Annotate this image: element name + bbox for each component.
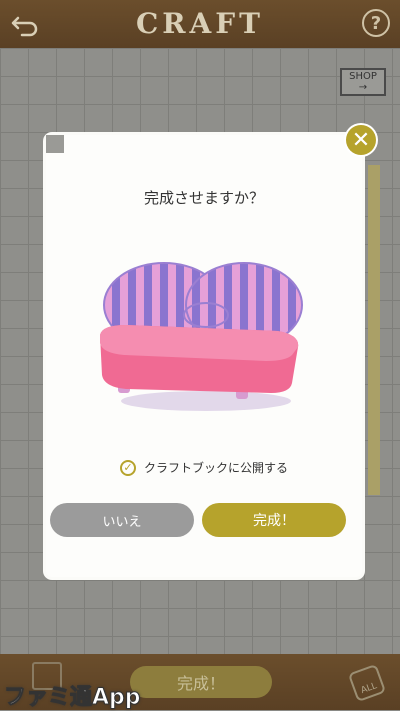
publish-checkbox-label: クラフトブックに公開する: [143, 461, 288, 475]
top-bar: CRAFT ?: [0, 0, 400, 48]
confirm-dialog: 完成させますか？ ✓ クラフトブックに公開する いいえ 完成！: [46, 135, 362, 577]
publish-checkbox-row[interactable]: ✓ クラフトブックに公開する: [46, 459, 362, 476]
arrow-right-icon: →: [358, 82, 368, 93]
complete-button[interactable]: 完成！: [202, 503, 346, 537]
side-frame: [368, 165, 380, 495]
help-button[interactable]: ?: [362, 9, 390, 37]
watermark-logo: ファミ通App: [4, 685, 142, 711]
no-button[interactable]: いいえ: [50, 503, 194, 537]
check-icon[interactable]: ✓: [119, 459, 136, 476]
dialog-question: 完成させますか？: [143, 189, 264, 207]
shop-button[interactable]: SHOP →: [340, 68, 386, 96]
bottom-complete-button[interactable]: 完成！: [130, 666, 272, 698]
close-icon[interactable]: ✕: [346, 125, 376, 155]
sofa-image: [100, 262, 303, 411]
page-title: CRAFT: [136, 7, 264, 40]
